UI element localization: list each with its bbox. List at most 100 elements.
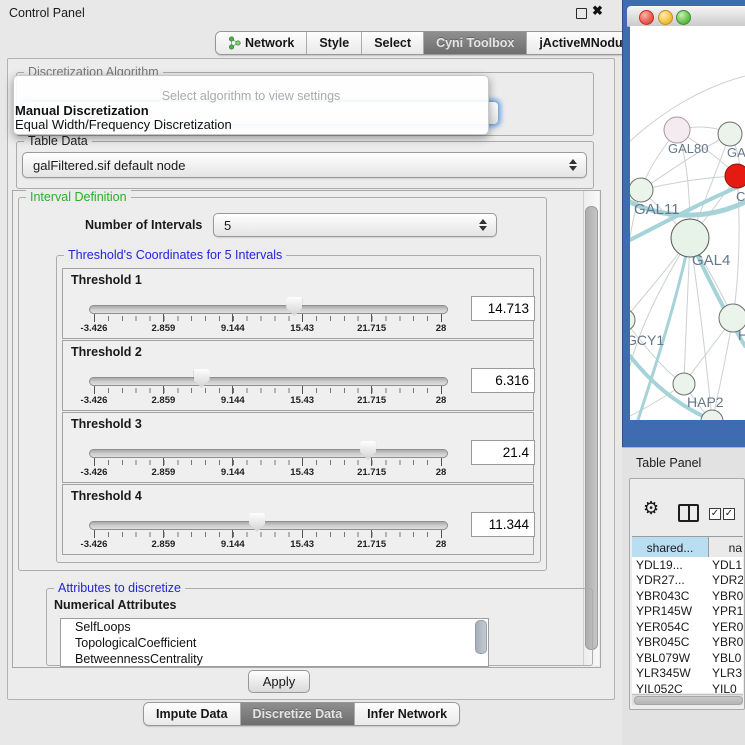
tab-label: Discretize Data — [253, 707, 343, 721]
tab-cyni-toolbox[interactable]: Cyni Toolbox — [424, 32, 527, 54]
tick-mark — [232, 530, 233, 538]
vertical-scrollbar-thumb[interactable] — [585, 206, 598, 650]
table-row[interactable]: YLR345WYLR3 — [632, 666, 743, 682]
table-row[interactable]: YER054CYER0 — [632, 619, 743, 635]
top-tab-bar: Network Style Select Cyni Toolbox jActiv… — [215, 31, 653, 55]
node-label-partial-c: C — [736, 189, 745, 204]
threshold-1-value-field[interactable] — [471, 296, 535, 321]
popup-item-equal-width-frequency[interactable]: Equal Width/Frequency Discretization — [15, 117, 232, 132]
node-label-hap2: HAP2 — [687, 394, 724, 410]
node-gal11[interactable] — [630, 178, 653, 202]
close-icon[interactable]: ✖ — [592, 3, 603, 19]
threshold-4-value-field[interactable] — [471, 512, 535, 537]
threshold-2-slider[interactable] — [89, 377, 448, 386]
column-header-name[interactable]: na — [709, 537, 743, 558]
tick-mark — [371, 458, 372, 466]
tick-label: 28 — [436, 539, 447, 550]
threshold-2-value-field[interactable] — [471, 368, 535, 393]
tab-infer-network[interactable]: Infer Network — [355, 703, 459, 725]
float-window-icon[interactable] — [576, 8, 587, 19]
node-bottom[interactable] — [701, 410, 723, 420]
tick-label: -3.426 — [81, 539, 108, 550]
table-cell: YER0 — [712, 620, 743, 634]
close-traffic-light-icon[interactable] — [639, 10, 654, 25]
tab-impute-data[interactable]: Impute Data — [144, 703, 241, 725]
tick-mark — [94, 314, 95, 322]
list-scrollbar-thumb[interactable] — [475, 620, 487, 654]
tick-mark — [302, 314, 303, 322]
tab-select[interactable]: Select — [362, 32, 424, 54]
tick-label: 9.144 — [221, 323, 245, 334]
list-item[interactable]: TopologicalCoefficient — [61, 635, 488, 651]
number-of-intervals-combobox[interactable]: 5 — [213, 213, 497, 237]
number-of-intervals-label: Number of Intervals — [85, 218, 202, 232]
node-label-gcy1: GCY1 — [630, 332, 664, 348]
tick-mark — [371, 314, 372, 322]
table-header: shared... na — [632, 536, 743, 559]
table-row[interactable]: YDL19...YDL1 — [632, 557, 743, 573]
table-cell: YIL0 — [712, 682, 743, 693]
node-top-right[interactable] — [718, 122, 742, 146]
tab-network[interactable]: Network — [216, 32, 307, 54]
table-cell: YLR345W — [632, 666, 712, 680]
table-cell: YPR145W — [632, 604, 712, 618]
tick-mark — [232, 314, 233, 322]
threshold-3-value-field[interactable] — [471, 440, 535, 465]
tab-style[interactable]: Style — [307, 32, 362, 54]
node-selected-red[interactable] — [725, 164, 745, 188]
table-cell: YBL0 — [712, 651, 743, 665]
tab-label: Cyni Toolbox — [436, 36, 514, 50]
minimize-traffic-light-icon[interactable] — [658, 10, 673, 25]
tick-label: 15.43 — [290, 323, 314, 334]
numerical-attributes-list[interactable]: SelfLoopsTopologicalCoefficientBetweenne… — [60, 618, 489, 667]
tick-label: 9.144 — [221, 539, 245, 550]
numerical-attributes-label: Numerical Attributes — [54, 598, 176, 612]
node-hap2[interactable] — [673, 373, 695, 395]
table-row[interactable]: YBR043CYBR0 — [632, 588, 743, 604]
columns-icon[interactable] — [678, 504, 699, 522]
tab-label: Infer Network — [367, 707, 447, 721]
tick-label: 21.715 — [357, 467, 386, 478]
node-gcy1[interactable] — [630, 309, 635, 331]
table-panel-title: Table Panel — [636, 456, 701, 470]
zoom-traffic-light-icon[interactable] — [676, 10, 691, 25]
threshold-3-slider[interactable] — [89, 449, 448, 458]
tick-label: 28 — [436, 395, 447, 406]
threshold-4-slider[interactable] — [89, 521, 448, 530]
tick-label: 15.43 — [290, 539, 314, 550]
tick-mark — [163, 386, 164, 394]
node-gal80[interactable] — [664, 117, 690, 143]
gear-icon[interactable]: ⚙ — [643, 498, 659, 519]
threshold-label: Threshold 3 — [71, 417, 142, 431]
network-graph — [630, 26, 745, 420]
table-row[interactable]: YBR045CYBR0 — [632, 635, 743, 651]
node-label-partial-ga: GA — [727, 145, 745, 160]
tick-label: 2.859 — [152, 323, 176, 334]
screenshot-root: Control Panel ✖ Network Style Select Cyn… — [0, 0, 745, 745]
tick-label: -3.426 — [81, 323, 108, 334]
apply-button[interactable]: Apply — [248, 670, 310, 693]
list-item[interactable]: SelfLoops — [61, 619, 488, 635]
popup-item-manual-discretization[interactable]: Manual Discretization — [15, 103, 149, 118]
checkbox-icon-2[interactable]: ✓ — [723, 508, 735, 520]
table-body[interactable]: YDL19...YDL1YDR27...YDR2YBR043CYBR0YPR14… — [632, 557, 743, 693]
slider-minor-ticks — [94, 460, 443, 465]
threshold-1-slider[interactable] — [89, 305, 448, 314]
tick-label: 21.715 — [357, 539, 386, 550]
table-data-combobox[interactable]: galFiltered.sif default node — [22, 152, 587, 178]
tick-mark — [94, 530, 95, 538]
table-row[interactable]: YPR145WYPR1 — [632, 604, 743, 620]
column-header-shared-name[interactable]: shared... — [632, 537, 709, 558]
table-cell: YPR1 — [712, 604, 743, 618]
group-title: Table Data — [24, 134, 92, 148]
table-row[interactable]: YBL079WYBL0 — [632, 650, 743, 666]
table-row[interactable]: YIL052CYIL0 — [632, 681, 743, 693]
network-canvas[interactable]: GAL80 GA C GAL11 GAL4 GCY1 H HAP2 — [630, 26, 745, 420]
list-item[interactable]: BetweennessCentrality — [61, 651, 488, 667]
table-row[interactable]: YDR27...YDR2 — [632, 573, 743, 589]
tick-mark — [441, 314, 442, 322]
horizontal-scrollbar-thumb[interactable] — [634, 696, 743, 705]
checkbox-icon-1[interactable]: ✓ — [709, 508, 721, 520]
table-cell: YDR2 — [712, 573, 743, 587]
tab-discretize-data[interactable]: Discretize Data — [241, 703, 356, 725]
